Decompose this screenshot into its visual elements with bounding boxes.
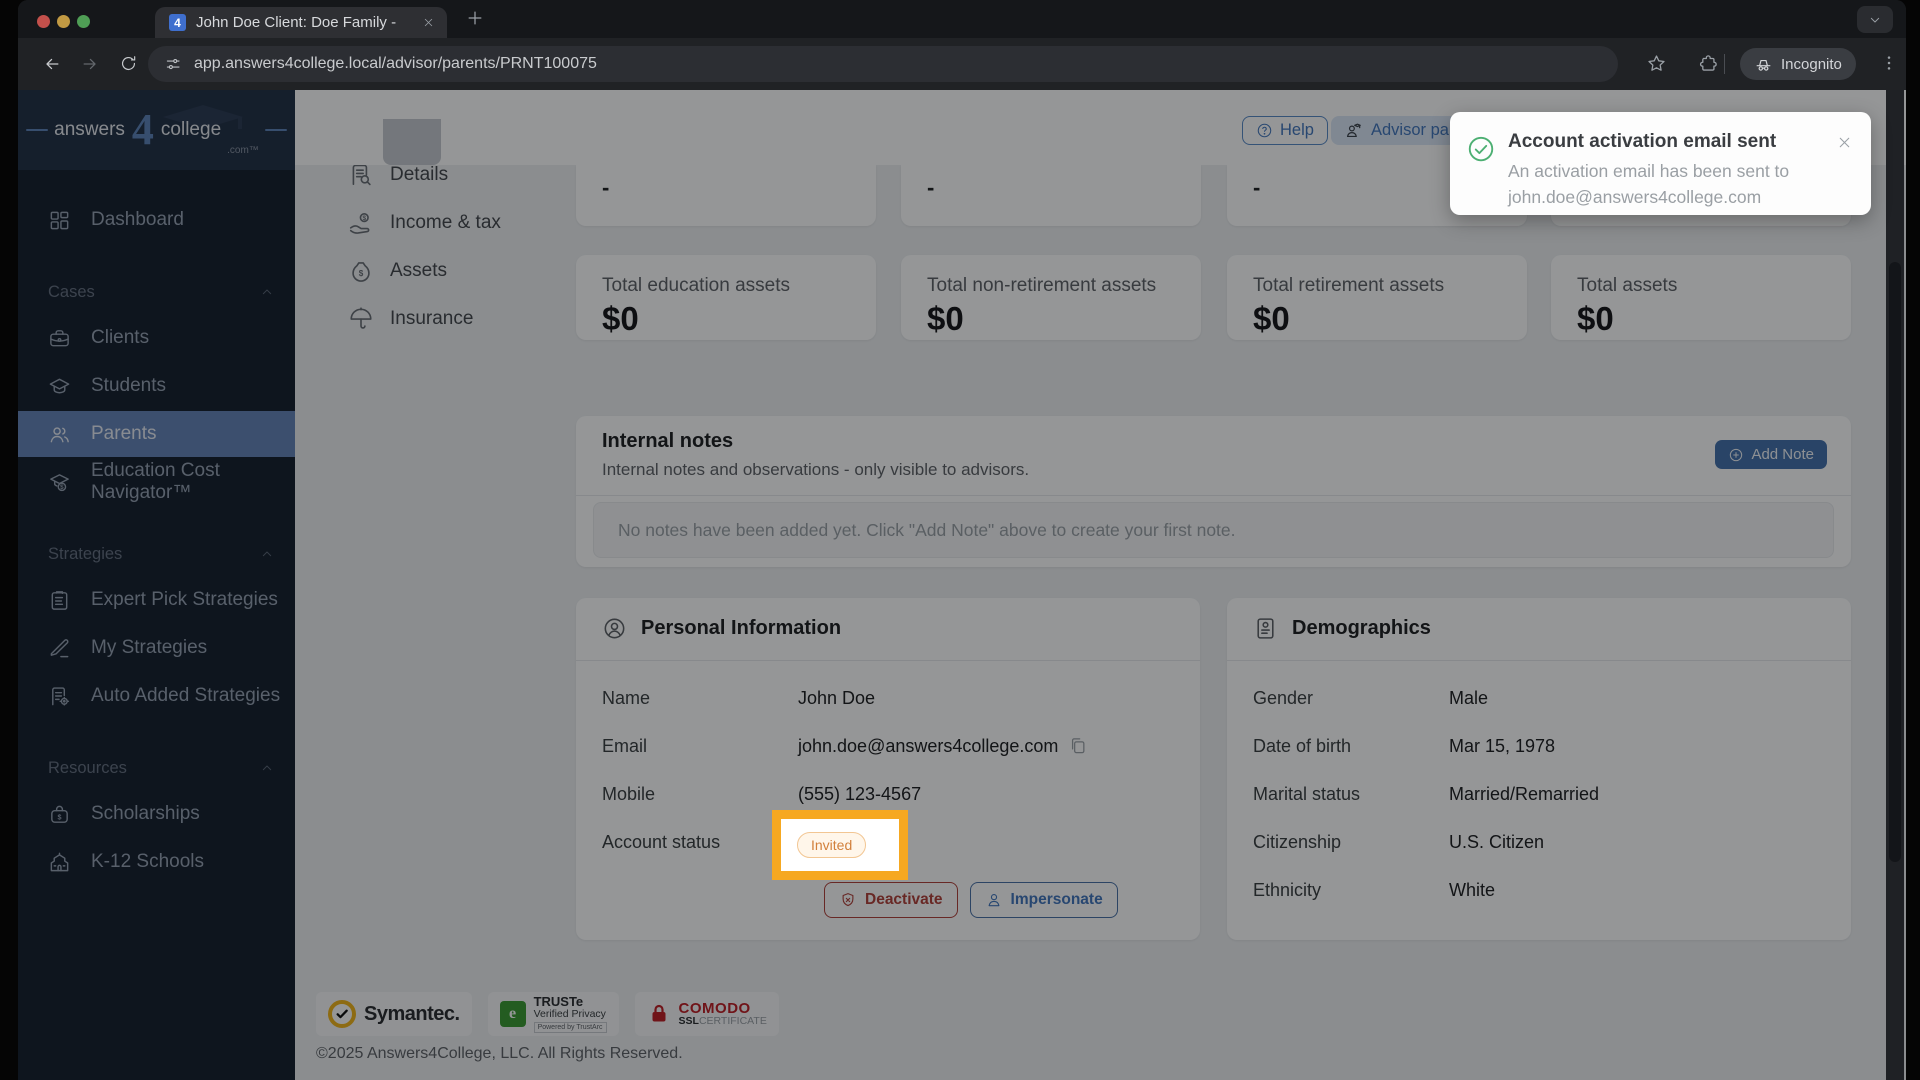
- incognito-badge: Incognito: [1740, 48, 1856, 80]
- reload-button[interactable]: [119, 54, 138, 73]
- toast-message: An activation email has been sent to joh…: [1508, 161, 1790, 207]
- browser-window: 4 John Doe Client: Doe Family - app.answ…: [18, 0, 1906, 1080]
- tutorial-dim-overlay: [18, 90, 1906, 1080]
- extensions-icon[interactable]: [1698, 53, 1719, 74]
- browser-tab[interactable]: 4 John Doe Client: Doe Family -: [155, 7, 447, 38]
- tab-strip: 4 John Doe Client: Doe Family -: [18, 0, 1906, 38]
- browser-toolbar: app.answers4college.local/advisor/parent…: [18, 38, 1906, 90]
- browser-menu-icon[interactable]: [1879, 53, 1899, 73]
- tab-search-button[interactable]: [1857, 6, 1893, 33]
- url-text: app.answers4college.local/advisor/parent…: [194, 55, 597, 72]
- page-viewport: Help Advisor panel Details $ Income & tax $…: [18, 90, 1906, 1080]
- tab-close-icon[interactable]: [422, 16, 435, 29]
- incognito-icon: [1754, 55, 1773, 74]
- address-bar[interactable]: app.answers4college.local/advisor/parent…: [148, 46, 1618, 82]
- toast-notification: Account activation email sent An activat…: [1450, 112, 1871, 215]
- tutorial-highlight: Invited: [772, 810, 908, 880]
- bookmark-star-icon[interactable]: [1646, 53, 1667, 74]
- forward-button[interactable]: [80, 54, 100, 74]
- screenshot-root: 4 John Doe Client: Doe Family - app.answ…: [0, 0, 1920, 1080]
- toast-title: Account activation email sent: [1508, 131, 1777, 152]
- close-window-button[interactable]: [37, 15, 50, 28]
- minimize-window-button[interactable]: [57, 15, 70, 28]
- toolbar-separator: [1724, 54, 1725, 74]
- tab-favicon: 4: [169, 14, 186, 31]
- tab-title: John Doe Client: Doe Family -: [196, 14, 397, 31]
- zoom-window-button[interactable]: [77, 15, 90, 28]
- check-circle-icon: [1466, 134, 1496, 164]
- site-settings-icon[interactable]: [164, 55, 182, 73]
- chevron-down-icon: [1867, 12, 1883, 28]
- back-button[interactable]: [42, 54, 62, 74]
- toast-close-icon[interactable]: [1836, 134, 1853, 151]
- account-status-badge: Invited: [797, 832, 867, 858]
- new-tab-button[interactable]: [465, 8, 485, 28]
- incognito-label: Incognito: [1781, 55, 1842, 73]
